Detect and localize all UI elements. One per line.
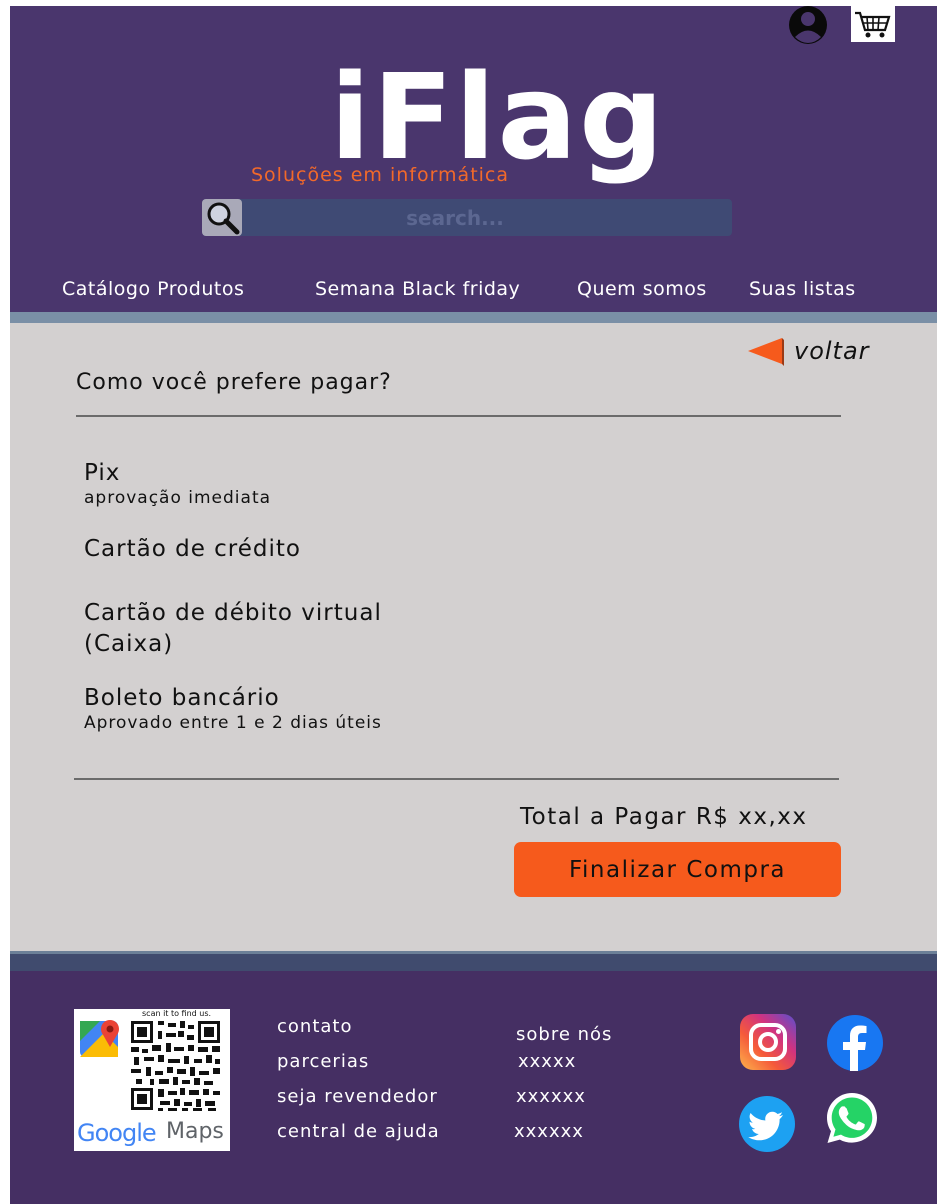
footer-link-placeholder[interactable]: xxxxx — [518, 1051, 576, 1072]
search-input[interactable] — [245, 199, 665, 236]
page-title: Como você prefere pagar? — [76, 370, 392, 395]
twitter-icon[interactable] — [738, 1096, 796, 1152]
footer-link-about[interactable]: sobre nós — [516, 1024, 612, 1045]
payment-option-pix[interactable]: Pix aprovação imediata — [84, 458, 271, 507]
divider-top — [76, 415, 841, 417]
option-label: Boleto bancário — [84, 685, 280, 711]
shopping-cart-icon — [855, 11, 891, 38]
back-link[interactable]: voltar — [748, 336, 870, 366]
maps-qr-card[interactable]: scan it to find us. Google Maps — [74, 1009, 230, 1151]
total-label: Total a Pagar R$ xx,xx — [520, 804, 808, 830]
maps-wordmark: Maps — [166, 1119, 224, 1144]
nav-item-about[interactable]: Quem somos — [577, 278, 707, 300]
option-label: Cartão de crédito — [84, 536, 301, 562]
payment-option-boleto[interactable]: Boleto bancário Aprovado entre 1 e 2 dia… — [84, 683, 382, 732]
footer-link-placeholder[interactable]: xxxxxx — [514, 1121, 584, 1142]
option-label-line2: (Caixa) — [84, 631, 174, 657]
whatsapp-icon[interactable] — [824, 1090, 880, 1146]
brand-logo: iFlag — [330, 48, 666, 186]
payment-option-credit-card[interactable]: Cartão de crédito — [84, 534, 301, 565]
instagram-icon[interactable] — [740, 1014, 796, 1070]
finish-purchase-button[interactable]: Finalizar Compra — [514, 842, 841, 897]
option-sub: Aprovado entre 1 e 2 dias úteis — [84, 713, 382, 733]
back-label: voltar — [794, 337, 870, 365]
nav-item-lists[interactable]: Suas listas — [749, 278, 856, 300]
option-label: Cartão de débito virtual — [84, 600, 382, 626]
user-circle-icon[interactable] — [787, 4, 829, 46]
cart-button[interactable] — [851, 6, 895, 42]
option-sub: aprovação imediata — [84, 488, 272, 508]
nav-item-catalog[interactable]: Catálogo Produtos — [62, 278, 244, 300]
magnifier-icon — [207, 202, 240, 235]
nav-item-black-friday[interactable]: Semana Black friday — [315, 278, 520, 300]
footer-divider — [10, 951, 937, 971]
footer-link-contact[interactable]: contato — [277, 1016, 352, 1037]
brand-tagline: Soluções em informática — [251, 164, 510, 186]
back-arrow-icon — [748, 338, 784, 366]
payment-option-debit-card[interactable]: Cartão de débito virtual (Caixa) — [84, 598, 382, 660]
google-wordmark: Google — [77, 1119, 157, 1147]
qr-caption: scan it to find us. — [142, 1009, 212, 1018]
footer-link-reseller[interactable]: seja revendedor — [277, 1086, 438, 1107]
footer-link-placeholder[interactable]: xxxxxx — [516, 1086, 586, 1107]
divider-bottom — [74, 778, 839, 780]
footer-link-partners[interactable]: parcerias — [277, 1051, 369, 1072]
option-label: Pix — [84, 460, 121, 486]
facebook-icon[interactable] — [826, 1014, 884, 1072]
footer-link-help[interactable]: central de ajuda — [277, 1121, 440, 1142]
nav-divider — [10, 312, 937, 323]
search-button[interactable] — [202, 199, 242, 236]
